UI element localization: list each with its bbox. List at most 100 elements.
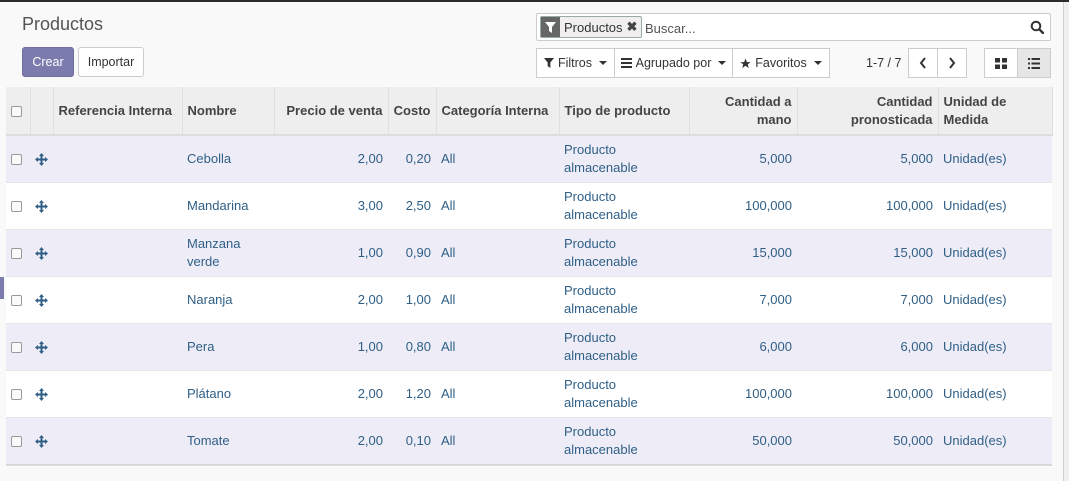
row-handle-cell[interactable] — [30, 182, 53, 230]
cell-category[interactable]: All — [436, 135, 559, 183]
row-handle-cell[interactable] — [30, 135, 53, 183]
row-checkbox-cell[interactable] — [6, 370, 30, 418]
row-handle-cell[interactable] — [30, 370, 53, 418]
cell-ref[interactable] — [53, 417, 182, 465]
cell-forecast[interactable]: 15,000 — [797, 229, 938, 277]
cell-uom[interactable]: Unidad(es) — [938, 370, 1052, 418]
cell-forecast[interactable]: 5,000 — [797, 135, 938, 183]
table-row[interactable]: Tomate 2,00 0,10 All Producto almacenable 50,… — [6, 417, 1052, 465]
cell-type[interactable]: Producto almacenable — [559, 135, 689, 183]
cell-ref[interactable] — [53, 135, 182, 183]
row-checkbox[interactable] — [11, 295, 22, 307]
cell-cost[interactable]: 1,20 — [388, 370, 436, 418]
column-header-uom[interactable]: Unidad de Medida — [938, 87, 1053, 136]
drag-handle-icon[interactable] — [35, 435, 48, 449]
cell-ref[interactable] — [53, 323, 182, 371]
cell-type[interactable]: Producto almacenable — [559, 182, 689, 230]
row-checkbox-cell[interactable] — [6, 135, 30, 183]
row-checkbox-cell[interactable] — [6, 417, 30, 465]
cell-cost[interactable]: 1,00 — [388, 276, 436, 324]
row-checkbox-cell[interactable] — [6, 276, 30, 324]
search-input[interactable] — [643, 17, 1017, 39]
drag-handle-icon[interactable] — [35, 294, 48, 308]
cell-ref[interactable] — [53, 229, 182, 277]
cell-qty[interactable]: 100,000 — [689, 370, 797, 418]
cell-qty[interactable]: 7,000 — [689, 276, 797, 324]
group-by-dropdown[interactable]: Agrupado por — [614, 48, 733, 78]
drag-handle-icon[interactable] — [35, 341, 48, 355]
favorites-dropdown[interactable]: Favoritos — [732, 48, 830, 78]
cell-ref[interactable] — [53, 370, 182, 418]
row-checkbox[interactable] — [11, 389, 22, 401]
table-row[interactable]: Pera 1,00 0,80 All Producto almacenable 6,000… — [6, 323, 1052, 371]
cell-ref[interactable] — [53, 182, 182, 230]
cell-qty[interactable]: 50,000 — [689, 417, 797, 465]
search-icon[interactable] — [1030, 20, 1045, 37]
row-checkbox-cell[interactable] — [6, 229, 30, 277]
drag-handle-icon[interactable] — [35, 388, 48, 402]
cell-uom[interactable]: Unidad(es) — [938, 229, 1052, 277]
table-row[interactable]: Plátano 2,00 1,20 All Producto almacenable 10… — [6, 370, 1052, 418]
select-all-checkbox[interactable] — [11, 105, 22, 117]
row-handle-cell[interactable] — [30, 417, 53, 465]
kanban-view-button[interactable] — [984, 48, 1018, 78]
row-checkbox-cell[interactable] — [6, 182, 30, 230]
drag-handle-icon[interactable] — [35, 153, 48, 167]
drag-handle-icon[interactable] — [35, 247, 48, 261]
table-row[interactable]: Manzana verde 1,00 0,90 All Producto almacen… — [6, 229, 1052, 277]
cell-category[interactable]: All — [436, 370, 559, 418]
pager-value[interactable]: 1-7 / 7 — [866, 56, 901, 70]
column-header-name[interactable]: Nombre — [182, 87, 275, 136]
column-header-qty[interactable]: Cantidad a mano — [689, 87, 798, 136]
row-checkbox-cell[interactable] — [6, 323, 30, 371]
create-button[interactable]: Crear — [22, 47, 74, 77]
cell-category[interactable]: All — [436, 417, 559, 465]
cell-qty[interactable]: 5,000 — [689, 135, 797, 183]
cell-uom[interactable]: Unidad(es) — [938, 323, 1052, 371]
cell-forecast[interactable]: 50,000 — [797, 417, 938, 465]
column-header-ref[interactable]: Referencia Interna — [53, 87, 183, 136]
select-all-checkbox-cell[interactable] — [6, 87, 31, 136]
pager-previous-button[interactable] — [908, 48, 938, 78]
cell-category[interactable]: All — [436, 182, 559, 230]
cell-name[interactable]: Naranja — [182, 276, 274, 324]
cell-name[interactable]: Cebolla — [182, 135, 274, 183]
cell-price[interactable]: 2,00 — [274, 135, 388, 183]
row-checkbox[interactable] — [11, 201, 22, 213]
cell-price[interactable]: 2,00 — [274, 417, 388, 465]
row-checkbox[interactable] — [11, 154, 22, 166]
cell-qty[interactable]: 15,000 — [689, 229, 797, 277]
row-checkbox[interactable] — [11, 248, 22, 260]
cell-price[interactable]: 3,00 — [274, 182, 388, 230]
table-row[interactable]: Cebolla 2,00 0,20 All Producto almacenable 5,… — [6, 135, 1052, 183]
cell-name[interactable]: Manzana verde — [182, 229, 274, 277]
cell-price[interactable]: 1,00 — [274, 229, 388, 277]
cell-qty[interactable]: 6,000 — [689, 323, 797, 371]
column-header-category[interactable]: Categoría Interna — [436, 87, 560, 136]
cell-category[interactable]: All — [436, 276, 559, 324]
cell-name[interactable]: Mandarina — [182, 182, 274, 230]
pager-next-button[interactable] — [937, 48, 967, 78]
cell-type[interactable]: Producto almacenable — [559, 417, 689, 465]
drag-handle-icon[interactable] — [35, 200, 48, 214]
cell-price[interactable]: 2,00 — [274, 276, 388, 324]
cell-name[interactable]: Pera — [182, 323, 274, 371]
import-button[interactable]: Importar — [78, 47, 144, 77]
cell-type[interactable]: Producto almacenable — [559, 229, 689, 277]
cell-forecast[interactable]: 7,000 — [797, 276, 938, 324]
cell-forecast[interactable]: 100,000 — [797, 182, 938, 230]
cell-qty[interactable]: 100,000 — [689, 182, 797, 230]
column-header-price[interactable]: Precio de venta — [274, 87, 389, 136]
table-row[interactable]: Mandarina 3,00 2,50 All Producto almacenable… — [6, 182, 1052, 230]
table-row[interactable]: Naranja 2,00 1,00 All Producto almacenable 7,… — [6, 276, 1052, 324]
cell-cost[interactable]: 0,20 — [388, 135, 436, 183]
remove-facet-icon[interactable]: ✖ — [627, 19, 638, 35]
cell-category[interactable]: All — [436, 323, 559, 371]
row-handle-cell[interactable] — [30, 276, 53, 324]
cell-uom[interactable]: Unidad(es) — [938, 276, 1052, 324]
cell-category[interactable]: All — [436, 229, 559, 277]
cell-uom[interactable]: Unidad(es) — [938, 417, 1052, 465]
cell-price[interactable]: 2,00 — [274, 370, 388, 418]
cell-type[interactable]: Producto almacenable — [559, 276, 689, 324]
row-checkbox[interactable] — [11, 342, 22, 354]
